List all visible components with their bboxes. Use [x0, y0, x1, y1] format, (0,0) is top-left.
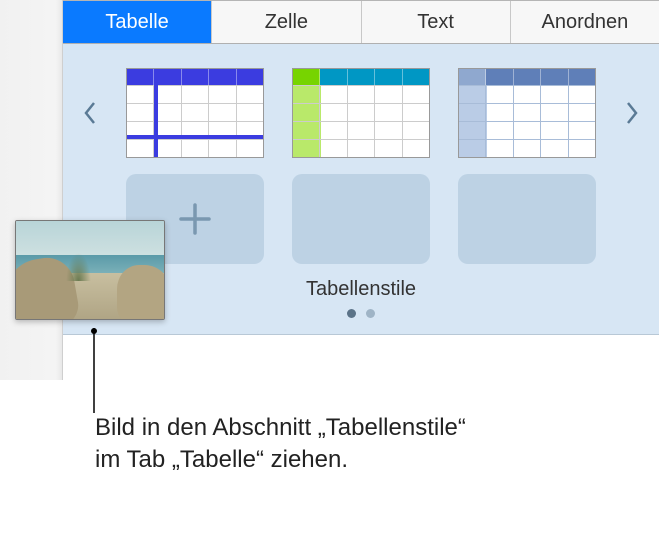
beach-dune: [117, 265, 165, 320]
table-style-thumbnails: [105, 68, 617, 158]
tab-label: Tabelle: [105, 11, 168, 34]
plus-icon: [173, 197, 217, 241]
tab-label: Zelle: [265, 11, 308, 34]
beach-grass: [66, 253, 91, 281]
callout-line-2: im Tab „Tabelle“ ziehen.: [95, 444, 645, 476]
tab-table[interactable]: Tabelle: [63, 1, 212, 43]
tab-cell[interactable]: Zelle: [212, 1, 361, 43]
tab-label: Anordnen: [542, 11, 629, 34]
tab-arrange[interactable]: Anordnen: [511, 1, 659, 43]
beach-sky: [16, 221, 164, 255]
empty-style-slot[interactable]: [292, 174, 430, 264]
page-dot[interactable]: [366, 309, 375, 318]
tab-label: Text: [417, 11, 454, 34]
sidebar-strip: [0, 0, 63, 380]
dragged-image-thumbnail[interactable]: [15, 220, 165, 320]
page-dot[interactable]: [347, 309, 356, 318]
styles-row: [75, 68, 647, 158]
tab-bar: Tabelle Zelle Text Anordnen: [63, 0, 659, 44]
callout-text: Bild in den Abschnitt „Tabellenstile“ im…: [95, 412, 645, 477]
chevron-left-icon[interactable]: [75, 68, 105, 158]
table-style-3[interactable]: [458, 68, 596, 158]
table-style-1[interactable]: [126, 68, 264, 158]
empty-style-slot[interactable]: [458, 174, 596, 264]
callout-connector: [91, 328, 111, 418]
chevron-right-icon[interactable]: [617, 68, 647, 158]
table-style-2[interactable]: [292, 68, 430, 158]
tab-text[interactable]: Text: [362, 1, 511, 43]
callout-line-1: Bild in den Abschnitt „Tabellenstile“: [95, 412, 645, 444]
